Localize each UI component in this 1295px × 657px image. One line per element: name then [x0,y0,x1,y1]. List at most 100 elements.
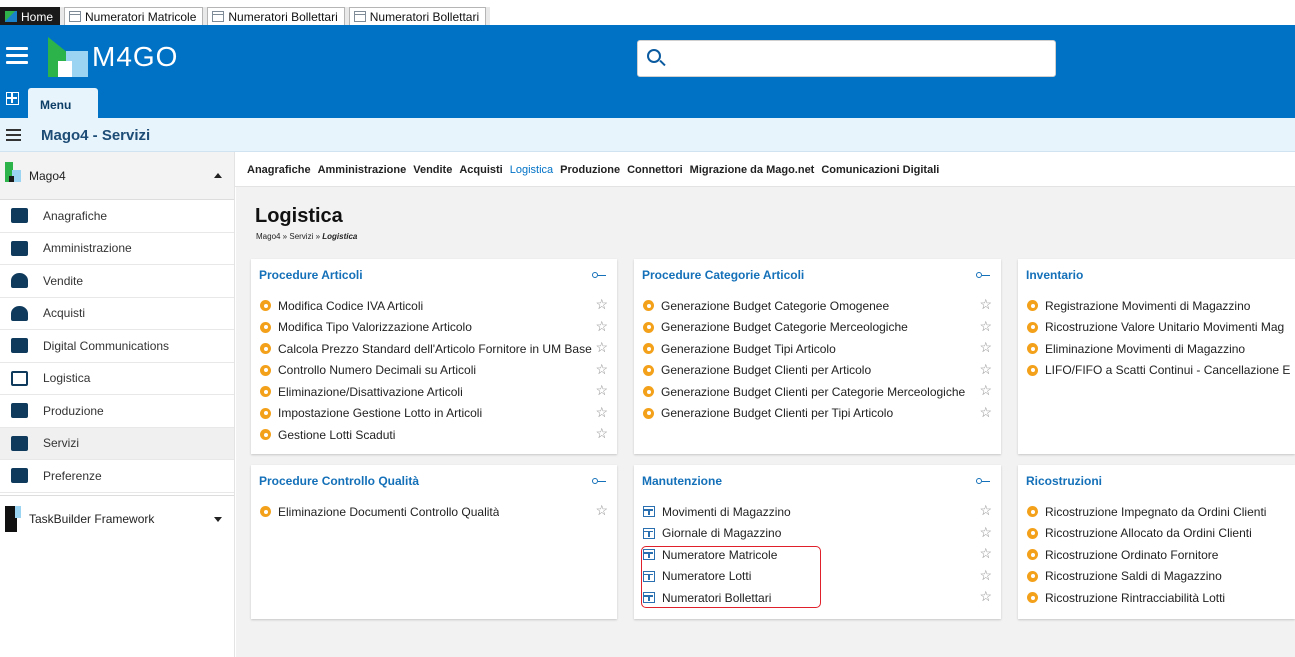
list-item[interactable]: Generazione Budget Categorie Omogenee ☆ [643,295,993,317]
favorite-star-icon[interactable]: ☆ [979,546,992,560]
module-menu-item-amministrazione[interactable]: Amministrazione [318,164,407,176]
module-menu-item-comunicazioni-digitali[interactable]: Comunicazioni Digitali [821,164,939,176]
sidebar-group-mago4[interactable]: Mago4 [0,152,234,200]
module-menu-item-connettori[interactable]: Connettori [627,164,683,176]
sidebar-item-produzione[interactable]: Produzione [0,395,234,428]
card-collapse-icon[interactable] [976,478,990,484]
list-item[interactable]: Gestione Lotti Scaduti ☆ [260,424,609,446]
favorite-star-icon[interactable]: ☆ [595,319,608,333]
window-tab-numeratori-bollettari-2[interactable]: Numeratori Bollettari [348,7,487,25]
sidebar-item-acquisti[interactable]: Acquisti [0,298,234,330]
sidebar-item-logistica[interactable]: Logistica [0,363,234,395]
card-collapse-icon[interactable] [976,272,990,278]
favorite-star-icon[interactable]: ☆ [595,503,608,517]
list-item[interactable]: Generazione Budget Clienti per Articolo ☆ [643,360,993,382]
collapse-caret-icon[interactable] [214,173,222,178]
gear-icon [643,386,654,398]
favorite-star-icon[interactable]: ☆ [979,525,992,539]
search-box[interactable] [637,40,1056,77]
window-tab-home[interactable]: Home [0,7,61,25]
list-item[interactable]: Eliminazione/Disattivazione Articoli ☆ [260,381,609,403]
list-item[interactable]: Ricostruzione Allocato da Ordini Clienti [1027,523,1295,545]
module-menu-item-logistica[interactable]: Logistica [510,164,553,176]
box-icon [11,370,28,386]
favorite-star-icon[interactable]: ☆ [595,426,608,440]
list-item[interactable]: Registrazione Movimenti di Magazzino [1027,295,1295,317]
window-tab-numeratori-matricole[interactable]: Numeratori Matricole [64,7,204,25]
tab-menu[interactable]: Menu [28,88,98,118]
list-item[interactable]: Generazione Budget Clienti per Categorie… [643,381,993,403]
window-tabs: Home Numeratori Matricole Numeratori Bol… [0,7,491,25]
module-menu-item-acquisti[interactable]: Acquisti [459,164,502,176]
list-item[interactable]: Impostazione Gestione Lotto in Articoli ☆ [260,403,609,425]
sidebar-item-amministrazione[interactable]: Amministrazione [0,233,234,265]
sidebar-item-servizi[interactable]: Servizi [0,427,234,460]
favorite-star-icon[interactable]: ☆ [595,383,608,397]
preferences-icon [11,468,28,484]
list-item[interactable]: Ricostruzione Saldi di Magazzino [1027,566,1295,588]
list-item-label: Modifica Tipo Valorizzazione Articolo [278,320,472,335]
list-item[interactable]: Generazione Budget Tipi Articolo ☆ [643,338,993,360]
sidebar-item-anagrafiche[interactable]: Anagrafiche [0,200,234,233]
favorite-star-icon[interactable]: ☆ [979,503,992,517]
card-title: Procedure Categorie Articoli [642,268,805,282]
favorite-star-icon[interactable]: ☆ [595,297,608,311]
breadcrumb-path[interactable]: Mago4 » Servizi » [256,232,322,241]
list-item[interactable]: Generazione Budget Categorie Merceologic… [643,317,993,339]
module-menu-item-anagrafiche[interactable]: Anagrafiche [247,164,311,176]
card-collapse-icon[interactable] [592,478,606,484]
gear-icon [260,364,271,376]
favorite-star-icon[interactable]: ☆ [979,340,992,354]
list-item[interactable]: Ricostruzione Valore Unitario Movimenti … [1027,317,1295,339]
list-item[interactable]: Ricostruzione Rintracciabilità Lotti [1027,587,1295,609]
card-collapse-icon[interactable] [592,272,606,278]
list-item[interactable]: Generazione Budget Clienti per Tipi Arti… [643,403,993,425]
list-item[interactable]: Ricostruzione Impegnato da Ordini Client… [1027,501,1295,523]
grid-icon[interactable] [6,92,19,105]
list-item[interactable]: Ricostruzione Ordinato Fornitore [1027,544,1295,566]
expand-caret-icon[interactable] [214,516,222,522]
sidebar-item-vendite[interactable]: Vendite [0,265,234,298]
module-menu-item-migrazione[interactable]: Migrazione da Mago.net [690,164,815,176]
list-item[interactable]: Calcola Prezzo Standard dell'Articolo Fo… [260,338,609,360]
favorite-star-icon[interactable]: ☆ [595,362,608,376]
sidebar-item-label: Acquisti [43,306,86,321]
sidebar-item-digital-communications[interactable]: Digital Communications [0,330,234,363]
favorite-star-icon[interactable]: ☆ [979,589,992,603]
favorite-star-icon[interactable]: ☆ [979,297,992,311]
module-menu-item-produzione[interactable]: Produzione [560,164,620,176]
hamburger-menu-icon[interactable] [6,47,28,65]
list-item-label: Ricostruzione Valore Unitario Movimenti … [1045,320,1285,335]
list-item[interactable]: Movimenti di Magazzino ☆ [643,501,993,523]
search-icon[interactable] [647,49,661,63]
favorite-star-icon[interactable]: ☆ [595,340,608,354]
favorite-star-icon[interactable]: ☆ [979,319,992,333]
list-item[interactable]: Modifica Tipo Valorizzazione Articolo ☆ [260,317,609,339]
list-item[interactable]: Giornale di Magazzino ☆ [643,523,993,545]
search-input[interactable] [670,47,1040,71]
favorite-star-icon[interactable]: ☆ [979,362,992,376]
favorite-star-icon[interactable]: ☆ [979,383,992,397]
list-item[interactable]: LIFO/FIFO a Scatti Continui - Cancellazi… [1027,360,1295,382]
window-tab-numeratori-bollettari[interactable]: Numeratori Bollettari [207,7,345,25]
document-icon [69,11,82,22]
gear-icon [260,343,271,355]
module-menu-item-vendite[interactable]: Vendite [413,164,452,176]
list-item[interactable]: Controllo Numero Decimali su Articoli ☆ [260,360,609,382]
gear-icon [1027,527,1038,539]
breadcrumb-current: Logistica [322,232,358,241]
list-item[interactable]: Eliminazione Documenti Controllo Qualità… [260,501,609,523]
favorite-star-icon[interactable]: ☆ [979,405,992,419]
sidebar-group-taskbuilder[interactable]: TaskBuilder Framework [0,494,234,543]
favorite-star-icon[interactable]: ☆ [595,405,608,419]
gear-icon [643,343,654,355]
logo-text: M4GO [92,41,179,72]
module-menu: Anagrafiche Amministrazione Vendite Acqu… [247,164,946,176]
sidebar-toggle-icon[interactable] [6,129,21,141]
list-item-label: Movimenti di Magazzino [662,504,791,519]
sidebar-item-preferenze[interactable]: Preferenze [0,460,234,493]
list-item-label: Generazione Budget Tipi Articolo [661,341,836,356]
list-item[interactable]: Eliminazione Movimenti di Magazzino [1027,338,1295,360]
list-item[interactable]: Modifica Codice IVA Articoli ☆ [260,295,609,317]
favorite-star-icon[interactable]: ☆ [979,568,992,582]
